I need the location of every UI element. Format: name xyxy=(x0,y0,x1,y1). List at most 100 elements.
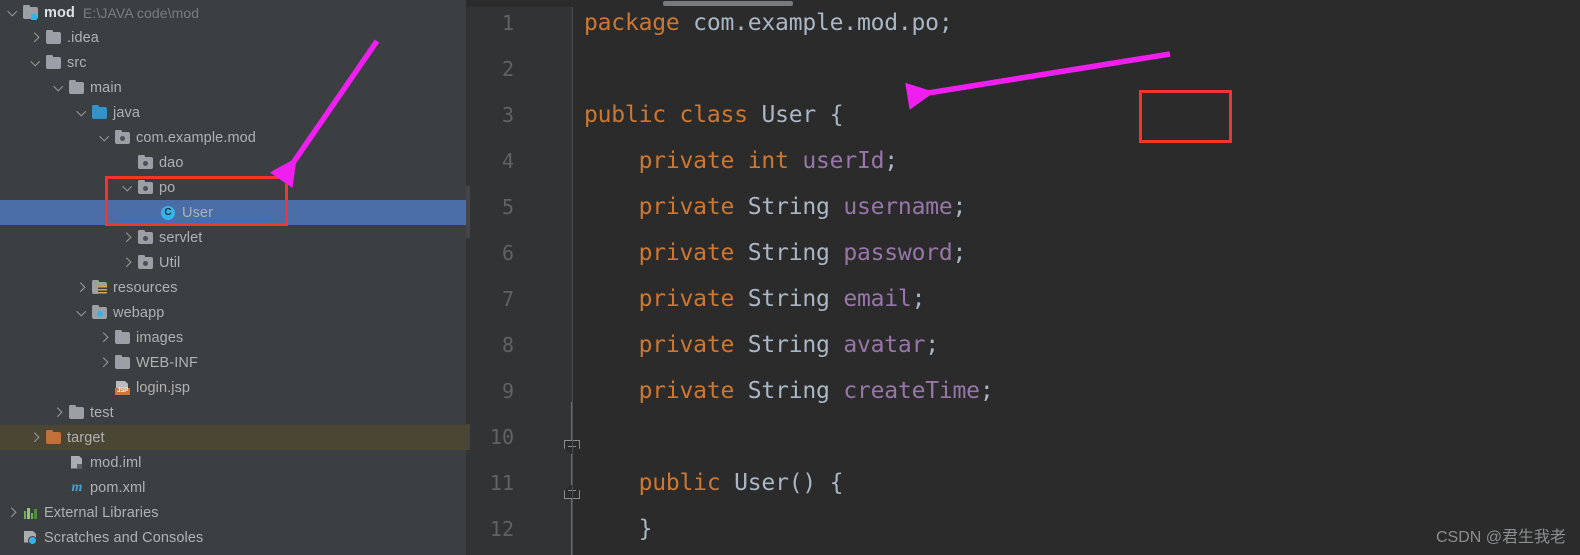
chevron-down-icon[interactable] xyxy=(75,306,88,319)
tree-item-idea[interactable]: .idea xyxy=(0,25,466,50)
tree-item-util[interactable]: Util xyxy=(0,250,466,275)
folder-icon xyxy=(68,79,85,96)
chevron-down-icon[interactable] xyxy=(98,131,111,144)
tree-item-label: Util xyxy=(159,254,181,271)
tree-item-web-inf[interactable]: WEB-INF xyxy=(0,350,466,375)
chevron-down-icon[interactable] xyxy=(29,56,42,69)
iml-file-icon xyxy=(68,455,85,471)
tree-item-label: Scratches and Consoles xyxy=(44,529,204,546)
line-number: 11 xyxy=(489,471,514,495)
chevron-right-icon[interactable] xyxy=(121,231,134,244)
chevron-right-icon[interactable] xyxy=(75,281,88,294)
code-token: private xyxy=(638,194,735,220)
tree-item-mod[interactable]: mod E:\JAVA code\mod xyxy=(0,0,466,25)
chevron-down-icon[interactable] xyxy=(75,106,88,119)
code-line[interactable]: private String username; xyxy=(584,184,1580,230)
tree-item-target[interactable]: target xyxy=(0,425,466,450)
code-line[interactable]: private String email; xyxy=(584,276,1580,322)
chevron-right-icon[interactable] xyxy=(121,256,134,269)
tree-item-resources[interactable]: resources xyxy=(0,275,466,300)
tree-item-main[interactable]: main xyxy=(0,75,466,100)
code-line[interactable]: private String avatar; xyxy=(584,322,1580,368)
tree-item-label: target xyxy=(67,429,105,446)
chevron-placeholder xyxy=(144,206,157,219)
chevron-right-icon[interactable] xyxy=(29,431,42,444)
project-tree[interactable]: mod E:\JAVA code\mod .idea src main java com.e… xyxy=(0,0,466,550)
chevron-right-icon[interactable] xyxy=(52,406,65,419)
code-line[interactable]: private int userId; xyxy=(584,138,1580,184)
tree-item-po[interactable]: po xyxy=(0,175,466,200)
tree-item-label: main xyxy=(90,79,122,96)
tree-item-src[interactable]: src xyxy=(0,50,466,75)
gutter-divider xyxy=(572,0,573,555)
package-icon xyxy=(137,229,154,246)
ide-window: mod E:\JAVA code\mod .idea src main java com.e… xyxy=(0,0,1580,555)
tree-item-label: resources xyxy=(113,279,178,296)
chevron-placeholder xyxy=(98,381,111,394)
tree-item-login-jsp[interactable]: JSP login.jsp xyxy=(0,375,466,400)
code-line[interactable]: public User() { xyxy=(584,460,1580,506)
tree-item-user[interactable]: C User xyxy=(0,200,466,225)
code-line[interactable]: private String password; xyxy=(584,230,1580,276)
tree-item-servlet[interactable]: servlet xyxy=(0,225,466,250)
line-number: 6 xyxy=(501,241,514,265)
code-line[interactable] xyxy=(584,46,1580,92)
tree-item-test[interactable]: test xyxy=(0,400,466,425)
code-token: { xyxy=(816,102,844,128)
chevron-down-icon[interactable] xyxy=(52,81,65,94)
tree-item-java[interactable]: java xyxy=(0,100,466,125)
tree-item-com-example-mod[interactable]: com.example.mod xyxy=(0,125,466,150)
code-token: avatar xyxy=(843,332,926,358)
tree-item-mod-iml[interactable]: mod.iml xyxy=(0,450,466,475)
tree-item-dao[interactable]: dao xyxy=(0,150,466,175)
tree-item-external-libraries[interactable]: External Libraries xyxy=(0,500,466,525)
tree-item-webapp[interactable]: webapp xyxy=(0,300,466,325)
folder-icon xyxy=(68,404,85,421)
chevron-right-icon[interactable] xyxy=(6,506,19,519)
package-icon xyxy=(137,154,154,171)
tree-item-label: test xyxy=(90,404,114,421)
external-libraries-icon xyxy=(22,505,39,521)
editor-horizontal-scrollbar[interactable] xyxy=(466,0,1580,7)
code-line[interactable] xyxy=(584,414,1580,460)
tree-item-pom-xml[interactable]: m pom.xml xyxy=(0,475,466,500)
tree-item-scratches-and-consoles[interactable]: Scratches and Consoles xyxy=(0,525,466,550)
chevron-down-icon[interactable] xyxy=(6,6,19,19)
chevron-right-icon[interactable] xyxy=(98,356,111,369)
code-text-area[interactable]: package com.example.mod.po; public class… xyxy=(584,0,1580,555)
chevron-placeholder xyxy=(52,456,65,469)
code-editor[interactable]: 1 2 3 4 5 6 7 8 9 10 11 12 package com.example.mod.… xyxy=(466,0,1580,555)
line-number: 3 xyxy=(501,103,514,127)
code-line[interactable]: private String createTime; xyxy=(584,368,1580,414)
scrollbar-thumb[interactable] xyxy=(663,1,793,6)
tree-item-images[interactable]: images xyxy=(0,325,466,350)
chevron-down-icon[interactable] xyxy=(121,181,134,194)
code-token: } xyxy=(584,516,653,542)
maven-pom-icon: m xyxy=(71,479,83,495)
tree-item-label: mod.iml xyxy=(90,454,142,471)
project-tool-window[interactable]: mod E:\JAVA code\mod .idea src main java com.e… xyxy=(0,0,466,555)
line-number: 5 xyxy=(501,195,514,219)
package-icon xyxy=(114,129,131,146)
tree-item-label: User xyxy=(182,204,214,221)
package-icon xyxy=(137,254,154,271)
tree-item-label: com.example.mod xyxy=(136,129,256,146)
code-line[interactable]: } xyxy=(584,506,1580,552)
tree-item-label: dao xyxy=(159,154,184,171)
chevron-right-icon[interactable] xyxy=(29,31,42,44)
editor-gutter[interactable]: 1 2 3 4 5 6 7 8 9 10 11 12 xyxy=(466,0,580,555)
code-token: String xyxy=(747,378,830,404)
chevron-right-icon[interactable] xyxy=(98,331,111,344)
code-token: int xyxy=(747,148,789,174)
code-token: ; xyxy=(979,378,994,404)
tree-item-label: images xyxy=(136,329,184,346)
code-line[interactable]: public class User { xyxy=(584,92,1580,138)
code-token: public xyxy=(638,470,721,496)
